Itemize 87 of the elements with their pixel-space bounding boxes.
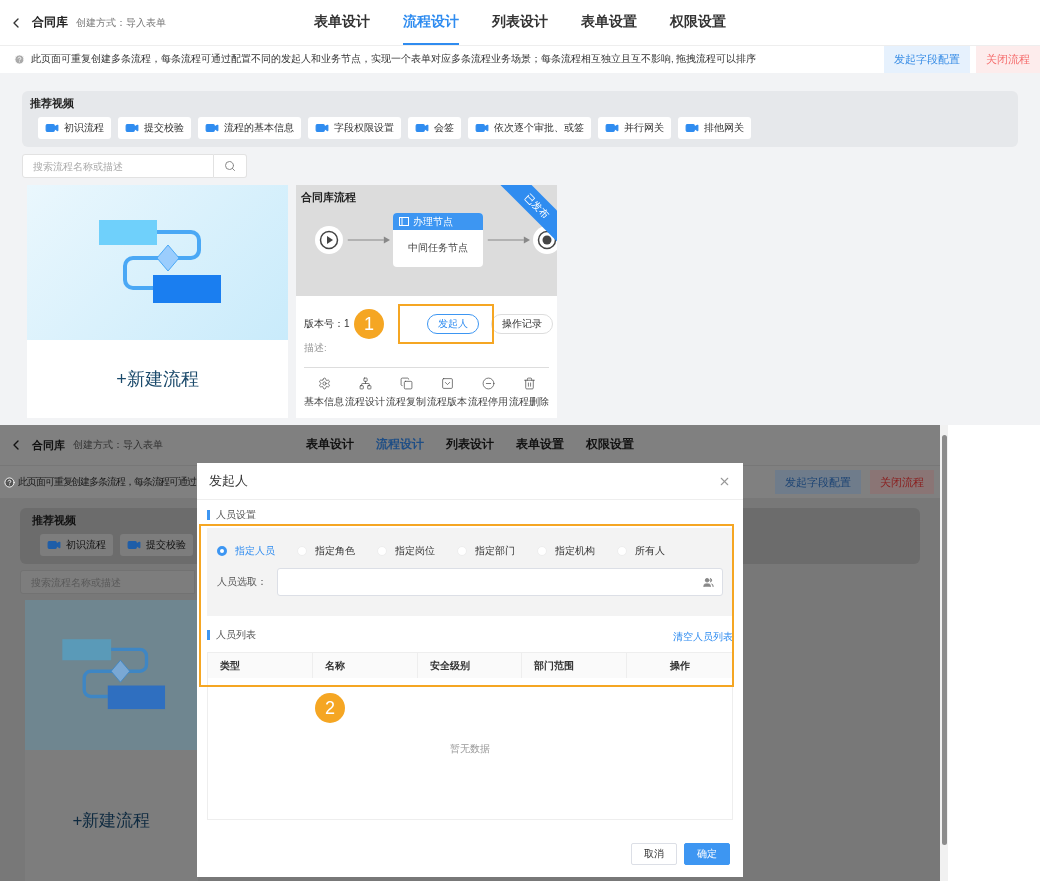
column-header: 类型 xyxy=(208,653,313,678)
clear-list-link[interactable]: 清空人员列表 xyxy=(673,630,733,644)
video-chip[interactable]: 排他网关 xyxy=(678,117,751,139)
panel-title: 推荐视频 xyxy=(30,97,74,111)
video-chip[interactable]: 依次逐个审批、或签 xyxy=(468,117,591,139)
scope-radio[interactable]: 指定部门 xyxy=(457,544,515,558)
hierarchy-icon xyxy=(358,377,372,390)
minus-circle-icon xyxy=(481,377,495,390)
panel-title: 推荐视频 xyxy=(32,514,76,528)
video-chip[interactable]: 流程的基本信息 xyxy=(198,117,301,139)
nav-tab[interactable]: 表单设计 xyxy=(306,425,354,465)
video-chip[interactable]: 初识流程 xyxy=(40,534,113,556)
new-flow-label[interactable]: +新建流程 xyxy=(72,808,151,832)
creation-method: 创建方式：导入表单 xyxy=(76,15,166,30)
app-title: 合同库 xyxy=(32,437,65,453)
log-button[interactable]: 操作记录 xyxy=(491,314,553,334)
video-camera-icon xyxy=(127,538,141,552)
version-number: 版本号：1 xyxy=(304,317,350,331)
new-flow-card[interactable]: +新建流程 xyxy=(27,185,288,418)
video-chip[interactable]: 初识流程 xyxy=(38,117,111,139)
card-action[interactable]: 流程复制 xyxy=(386,377,426,409)
video-camera-icon xyxy=(475,121,489,135)
cancel-button[interactable]: 取消 xyxy=(631,843,677,865)
trash-icon xyxy=(522,377,536,390)
new-flow-card[interactable]: +新建流程 xyxy=(25,600,198,881)
video-chip[interactable]: 并行网关 xyxy=(598,117,671,139)
scope-radio[interactable]: 所有人 xyxy=(617,544,665,558)
nav-tab[interactable]: 表单设置 xyxy=(581,0,637,45)
video-chip[interactable]: 提交校验 xyxy=(118,117,191,139)
card-action[interactable]: 基本信息 xyxy=(304,377,344,409)
node-title: 办理节点 xyxy=(413,214,453,229)
video-camera-icon xyxy=(415,121,429,135)
gear-icon xyxy=(317,377,331,390)
scope-radio[interactable]: 指定机构 xyxy=(537,544,595,558)
scope-radio[interactable]: 指定角色 xyxy=(297,544,355,558)
nav-tab[interactable]: 列表设计 xyxy=(492,0,548,45)
video-camera-icon xyxy=(605,121,619,135)
initiator-button[interactable]: 发起人 xyxy=(427,314,479,334)
card-action[interactable]: 流程设计 xyxy=(345,377,385,409)
form-icon xyxy=(399,217,409,226)
tip-text: 此页面可重复创建多条流程，每条流程可通过配置不同的发起人和业务节点，实现一个表单对应多条流程业务场景；每条流程相互独立且互不影响, 拖拽流程可以排序 xyxy=(31,53,757,66)
video-camera-icon xyxy=(45,121,59,135)
help-icon xyxy=(14,54,25,65)
scrollbar[interactable] xyxy=(940,425,948,881)
video-chip[interactable]: 提交校验 xyxy=(120,534,193,556)
card-action[interactable]: 流程删除 xyxy=(509,377,549,409)
video-camera-icon xyxy=(205,121,219,135)
nav-tab[interactable]: 列表设计 xyxy=(446,425,494,465)
creation-method: 创建方式：导入表单 xyxy=(73,438,163,452)
column-header: 名称 xyxy=(312,653,418,678)
new-flow-label[interactable]: +新建流程 xyxy=(116,367,199,391)
node-text: 中间任务节点 xyxy=(408,242,468,255)
chevron-square-icon xyxy=(440,377,454,390)
video-camera-icon xyxy=(685,121,699,135)
card-action[interactable]: 流程版本 xyxy=(427,377,467,409)
description-label: 描述: xyxy=(304,342,327,355)
search-button[interactable] xyxy=(214,154,247,178)
nav-tab[interactable]: 表单设置 xyxy=(516,425,564,465)
flow-title: 合同库流程 xyxy=(301,191,356,205)
arrow-icon xyxy=(486,236,530,244)
start-node-icon xyxy=(315,226,343,254)
nav-tab[interactable]: 表单设计 xyxy=(314,0,370,45)
column-header: 部门范围 xyxy=(522,653,628,678)
dialog-title: 发起人 xyxy=(209,472,248,490)
help-icon xyxy=(4,476,15,488)
nav-tab[interactable]: 权限设置 xyxy=(670,0,726,45)
nav-tab[interactable]: 权限设置 xyxy=(586,425,634,465)
scope-radio[interactable]: 指定岗位 xyxy=(377,544,435,558)
tip-text: 此页面可重复创建多条流程，每条流程可通过 xyxy=(18,475,196,489)
video-chip[interactable]: 字段权限设置 xyxy=(308,117,401,139)
search-icon xyxy=(224,160,236,172)
video-camera-icon xyxy=(315,121,329,135)
video-chip[interactable]: 会签 xyxy=(408,117,461,139)
column-header: 操作 xyxy=(668,658,691,673)
section-title: 人员设置 xyxy=(207,510,256,520)
people-icon[interactable] xyxy=(703,576,714,588)
arrow-icon xyxy=(346,236,390,244)
app-title: 合同库 xyxy=(32,14,68,31)
field-label: 人员选取： xyxy=(217,575,267,589)
card-action[interactable]: 流程停用 xyxy=(468,377,508,409)
column-header: 安全级别 xyxy=(417,653,523,678)
section-title: 人员列表 xyxy=(207,630,256,640)
video-camera-icon xyxy=(47,538,61,552)
video-camera-icon xyxy=(125,121,139,135)
empty-text: 暂无数据 xyxy=(450,741,490,756)
person-picker-field[interactable] xyxy=(277,568,723,596)
copy-icon xyxy=(399,377,413,390)
